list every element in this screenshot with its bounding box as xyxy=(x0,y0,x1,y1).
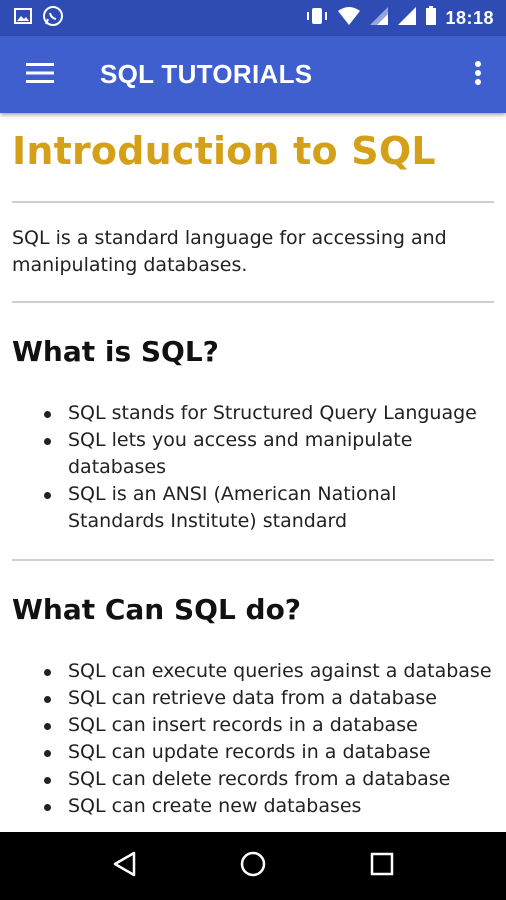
bullet-list-what-can-sql-do: SQL can execute queries against a databa… xyxy=(12,658,494,820)
intro-paragraph: SQL is a standard language for accessing… xyxy=(12,227,447,276)
divider xyxy=(12,201,494,203)
back-icon xyxy=(111,850,137,882)
hamburger-menu-button[interactable] xyxy=(8,36,72,113)
page-title: Introduction to SQL xyxy=(12,129,436,173)
hamburger-menu-icon xyxy=(26,62,54,88)
navigation-bar xyxy=(0,832,506,900)
status-bar: 18:18 xyxy=(0,0,506,36)
list-item: SQL is an ANSI (American National Standa… xyxy=(44,481,494,535)
list-item: SQL can insert records in a database xyxy=(44,712,494,739)
home-icon xyxy=(239,850,267,882)
signal-icon xyxy=(369,6,389,30)
recents-button[interactable] xyxy=(352,836,412,896)
list-item: SQL lets you access and manipulate datab… xyxy=(44,427,494,481)
list-item: SQL can delete records from a database xyxy=(44,766,494,793)
image-icon xyxy=(14,7,32,29)
list-item: SQL can create new databases xyxy=(44,793,494,820)
app-title: SQL TUTORIALS xyxy=(100,59,313,89)
list-item: SQL can update records in a database xyxy=(44,739,494,766)
article-content[interactable]: Introduction to SQL SQL is a standard la… xyxy=(0,113,506,832)
status-time: 18:18 xyxy=(445,7,494,28)
app-bar: SQL TUTORIALS xyxy=(0,36,506,113)
section-heading-what-is-sql: What is SQL? xyxy=(12,335,219,368)
home-button[interactable] xyxy=(223,836,283,896)
signal-icon xyxy=(397,6,417,30)
whatsapp-icon xyxy=(42,5,64,31)
wifi-icon xyxy=(337,6,361,30)
back-button[interactable] xyxy=(94,836,154,896)
more-vert-icon xyxy=(474,60,482,90)
vibrate-icon xyxy=(305,6,329,30)
bullet-list-what-is-sql: SQL stands for Structured Query Language… xyxy=(12,400,494,535)
section-heading-what-can-sql-do: What Can SQL do? xyxy=(12,593,302,626)
divider xyxy=(12,301,494,303)
more-options-button[interactable] xyxy=(450,36,506,113)
list-item: SQL can retrieve data from a database xyxy=(44,685,494,712)
list-item: SQL stands for Structured Query Language xyxy=(44,400,494,427)
divider xyxy=(12,559,494,561)
recents-icon xyxy=(370,852,394,880)
list-item: SQL can execute queries against a databa… xyxy=(44,658,494,685)
battery-icon xyxy=(425,6,437,30)
